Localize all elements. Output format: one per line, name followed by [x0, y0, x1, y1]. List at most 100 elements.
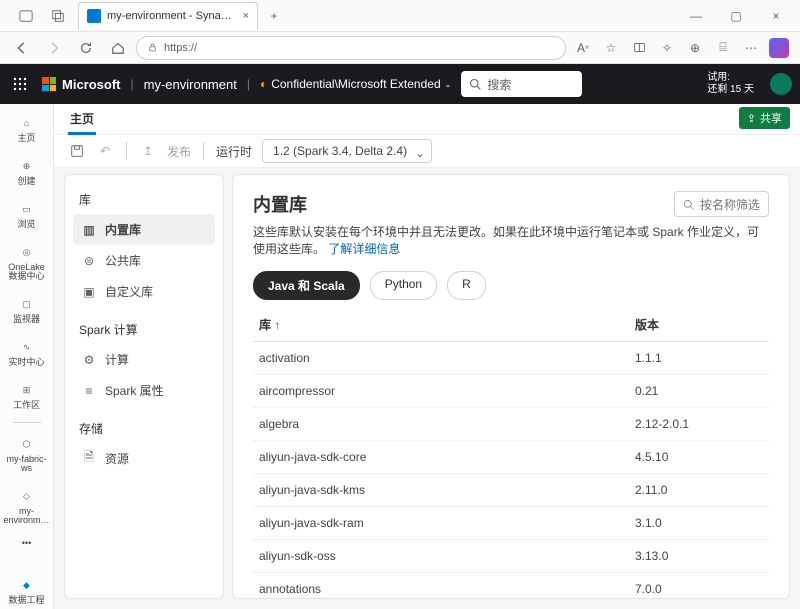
minimize-button[interactable]: — [676, 0, 716, 32]
cell-library: aliyun-java-sdk-core [253, 441, 629, 474]
maximize-button[interactable]: ▢ [716, 0, 756, 32]
rail-fabric-ws[interactable]: ⬡my-fabric-ws [5, 431, 49, 477]
confidential-text: Confidential\Microsoft Extended [271, 77, 440, 91]
table-row[interactable]: aliyun-sdk-oss3.13.0 [253, 540, 769, 573]
url-input[interactable]: https:// [136, 36, 566, 60]
rail-environment[interactable]: ◇my-environm… [5, 483, 49, 529]
sort-ascending-icon: ↑ [274, 318, 280, 332]
publish-label[interactable]: 发布 [167, 143, 191, 160]
workspace-icon: ⊞ [18, 381, 36, 399]
column-version[interactable]: 版本 [629, 308, 769, 342]
filter-placeholder: 按名称筛选 [700, 196, 760, 213]
page-tabstrip: 主页 ⇪共享 [54, 104, 800, 134]
trial-badge[interactable]: 试用: 还剩 15 天 [707, 72, 754, 96]
rail-workspace[interactable]: ⊞工作区 [5, 377, 49, 414]
hexagon-icon: ⬡ [18, 435, 36, 453]
collections-icon[interactable]: ⊕ [682, 34, 708, 62]
folder-icon: ▭ [18, 200, 36, 218]
sidebar-item-resources[interactable]: 🗎资源 [73, 443, 215, 474]
table-row[interactable]: aliyun-java-sdk-kms2.11.0 [253, 474, 769, 507]
cell-library: aliyun-sdk-oss [253, 540, 629, 573]
home-icon: ⌂ [18, 114, 36, 132]
confidential-badge[interactable]: ◐ Confidential\Microsoft Extended ⌄ [260, 77, 451, 91]
side-header-storage: 存储 [73, 414, 215, 443]
pill-r[interactable]: R [447, 271, 486, 300]
environment-name[interactable]: my-environment [144, 77, 237, 92]
rail-monitor[interactable]: ▢监视器 [5, 291, 49, 328]
cell-version: 0.21 [629, 375, 769, 408]
share-button[interactable]: ⇪共享 [739, 107, 790, 129]
language-pills: Java 和 Scala Python R [253, 271, 769, 300]
refresh-button[interactable] [72, 34, 100, 62]
back-button[interactable] [8, 34, 36, 62]
sidebar-item-spark-props[interactable]: ≡Spark 属性 [73, 375, 215, 406]
search-placeholder: 搜索 [487, 76, 511, 93]
sidebar-item-custom[interactable]: ▣自定义库 [73, 276, 215, 307]
table-row[interactable]: aliyun-java-sdk-ram3.1.0 [253, 507, 769, 540]
new-tab-button[interactable]: + [260, 2, 288, 30]
favorites-bar-icon[interactable]: ✧ [654, 34, 680, 62]
page-description: 这些库默认安装在每个环境中并且无法更改。如果在此环境中运行笔记本或 Spark … [253, 223, 769, 257]
chevron-down-icon: ⌄ [415, 146, 425, 160]
rail-engineering[interactable]: ◆数据工程 [5, 572, 49, 609]
favorite-icon[interactable]: ☆ [598, 34, 624, 62]
cell-version: 2.11.0 [629, 474, 769, 507]
search-icon [683, 199, 694, 210]
app-header: Microsoft | my-environment | ◐ Confident… [0, 64, 800, 104]
side-header-spark: Spark 计算 [73, 315, 215, 344]
search-input[interactable]: 搜索 [461, 71, 582, 97]
pill-java-scala[interactable]: Java 和 Scala [253, 271, 360, 300]
package-icon: ▣ [81, 284, 97, 300]
rail-browse[interactable]: ▭浏览 [5, 196, 49, 233]
sidebar-item-compute[interactable]: ⚙计算 [73, 344, 215, 375]
rail-realtime[interactable]: ∿实时中心 [5, 334, 49, 371]
sidebar-item-public[interactable]: ⊜公共库 [73, 245, 215, 276]
table-row[interactable]: algebra2.12-2.0.1 [253, 408, 769, 441]
rail-home[interactable]: ⌂主页 [5, 110, 49, 147]
rail-more[interactable]: ••• [5, 535, 49, 552]
close-window-button[interactable]: × [756, 0, 796, 32]
reading-mode-icon[interactable]: A» [570, 34, 596, 62]
close-icon[interactable]: × [243, 10, 249, 22]
cell-library: aliyun-java-sdk-ram [253, 507, 629, 540]
table-row[interactable]: activation1.1.1 [253, 342, 769, 375]
copilot-button[interactable] [766, 34, 792, 62]
cell-library: annotations [253, 573, 629, 600]
table-row[interactable]: annotations7.0.0 [253, 573, 769, 600]
cell-version: 3.1.0 [629, 507, 769, 540]
brand-logo[interactable]: Microsoft [42, 77, 121, 92]
app-launcher-icon[interactable] [8, 72, 32, 96]
cell-library: algebra [253, 408, 629, 441]
gear-icon: ⚙ [81, 352, 97, 368]
sidebar-item-builtin[interactable]: ▥内置库 [73, 214, 215, 245]
split-icon[interactable] [626, 34, 652, 62]
filter-input[interactable]: 按名称筛选 [674, 191, 769, 217]
table-row[interactable]: aircompressor0.21 [253, 375, 769, 408]
tab-home[interactable]: 主页 [68, 104, 96, 135]
browser-tabs-icon[interactable] [44, 2, 72, 30]
rail-onelake[interactable]: ◎OneLake 数据中心 [5, 239, 49, 285]
rail-create[interactable]: ⊕创建 [5, 153, 49, 190]
extensions-icon[interactable]: ⌸ [710, 34, 736, 62]
learn-more-link[interactable]: 了解详细信息 [328, 242, 400, 256]
save-icon[interactable] [68, 142, 86, 160]
window-controls: — ▢ × [676, 0, 796, 32]
publish-icon[interactable]: ↥ [139, 142, 157, 160]
code-icon: ◇ [18, 487, 36, 505]
browser-profile-icon[interactable] [12, 2, 40, 30]
cell-library: aliyun-java-sdk-kms [253, 474, 629, 507]
pill-python[interactable]: Python [370, 271, 437, 300]
tab-title: my-environment - Synapse Dat… [107, 10, 237, 22]
cell-library: activation [253, 342, 629, 375]
more-icon[interactable]: ⋯ [738, 34, 764, 62]
table-row[interactable]: aliyun-java-sdk-core4.5.10 [253, 441, 769, 474]
undo-icon[interactable]: ↶ [96, 142, 114, 160]
home-button[interactable] [104, 34, 132, 62]
database-icon: ◎ [18, 243, 36, 261]
cell-version: 4.5.10 [629, 441, 769, 474]
column-library[interactable]: 库 ↑ [253, 308, 629, 342]
browser-tab-active[interactable]: my-environment - Synapse Dat… × [78, 2, 258, 30]
runtime-selector[interactable]: 1.2 (Spark 3.4, Delta 2.4) ⌄ [262, 139, 432, 163]
avatar[interactable] [770, 73, 792, 95]
file-icon: 🗎 [81, 451, 97, 467]
